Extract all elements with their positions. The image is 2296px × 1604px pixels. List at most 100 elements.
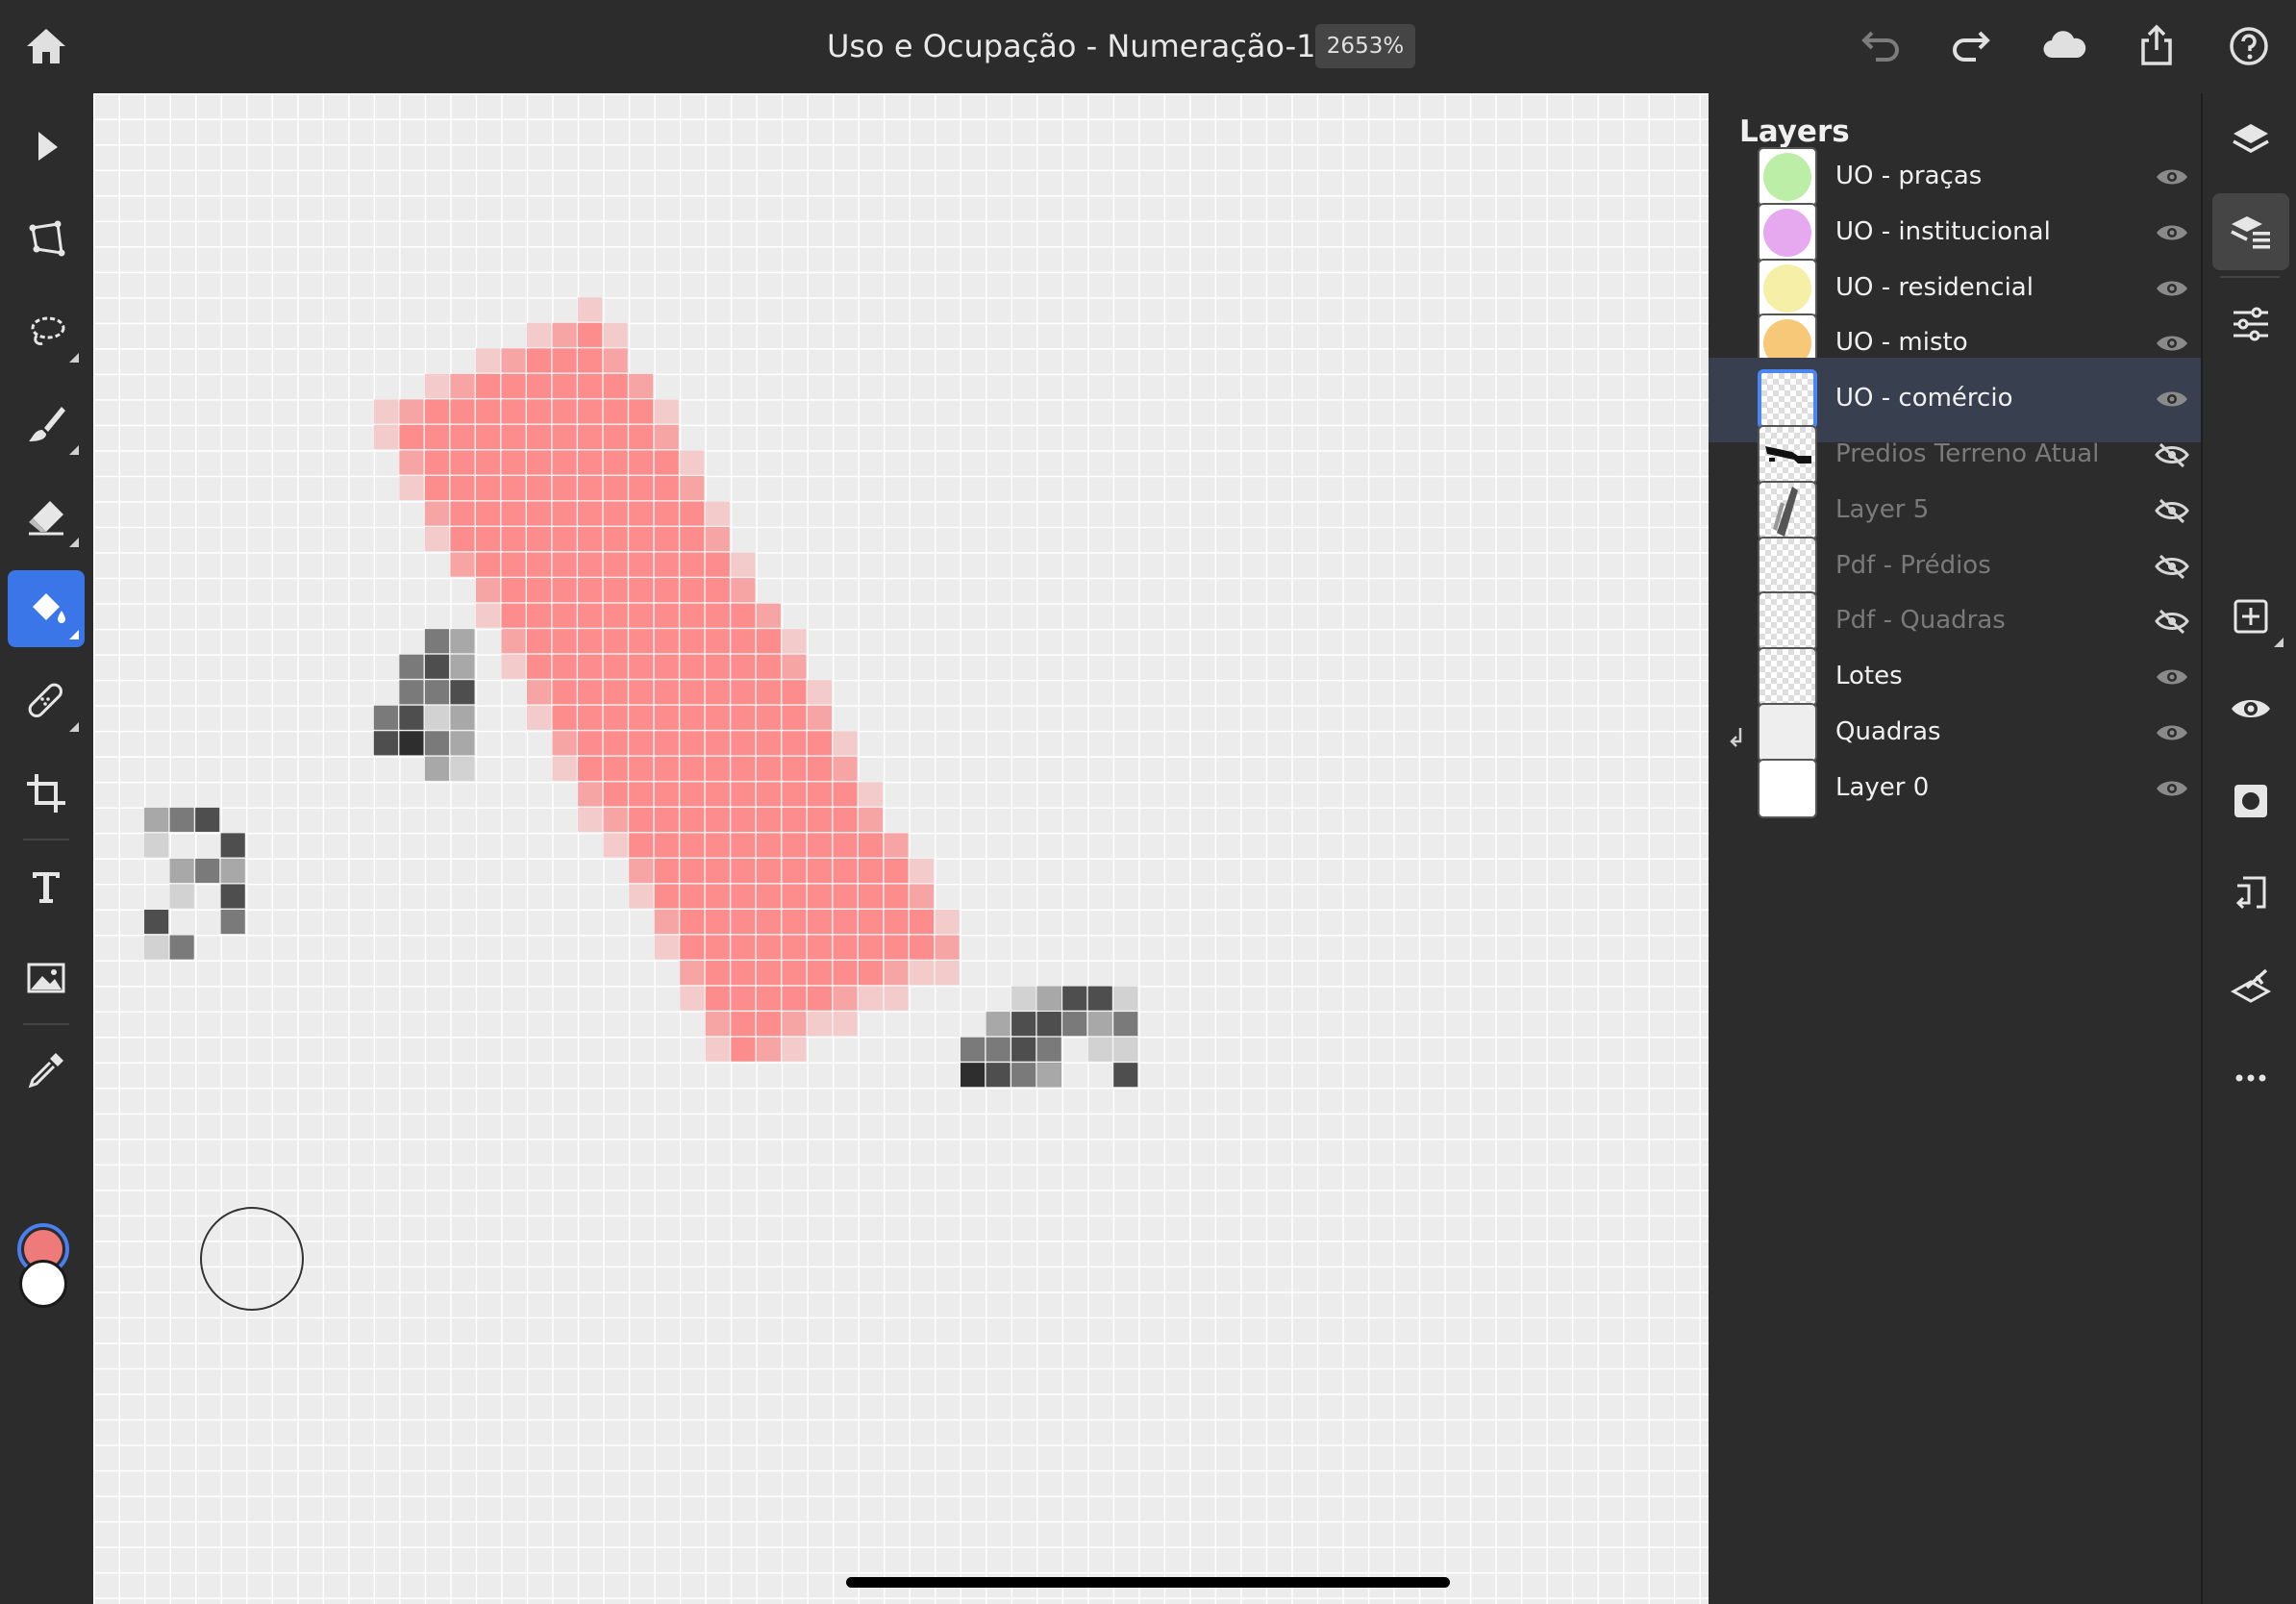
fill-pixel — [782, 858, 807, 884]
fill-pixel — [705, 833, 730, 858]
fill-pixel — [603, 756, 628, 781]
eyedropper-tool[interactable] — [8, 1032, 85, 1109]
clear-layer-button[interactable] — [2212, 947, 2289, 1024]
fill-pixel — [705, 858, 730, 884]
fill-pixel-edge — [603, 348, 628, 373]
fill-pixel — [807, 858, 832, 884]
fill-pixel — [807, 884, 832, 909]
eyedropper-icon — [28, 1053, 63, 1089]
fill-pixel-edge — [399, 475, 424, 501]
layer-thumbnail[interactable] — [1758, 758, 1817, 818]
fill-pixel — [578, 731, 603, 756]
digit-pixel — [1036, 1037, 1061, 1062]
fill-pixel — [782, 680, 807, 705]
eye-hidden-icon[interactable] — [2155, 496, 2189, 525]
fill-pixel-edge — [450, 552, 475, 577]
fill-pixel — [527, 629, 552, 654]
brush-cursor — [200, 1207, 304, 1311]
heal-icon — [28, 683, 62, 717]
redo-icon[interactable] — [1947, 21, 1997, 71]
eye-icon[interactable] — [2155, 274, 2189, 303]
eye-icon[interactable] — [2155, 329, 2189, 358]
fill-pixel — [654, 450, 679, 475]
fill-pixel — [807, 782, 832, 807]
eye-hidden-icon[interactable] — [2155, 607, 2189, 636]
digit-pixel — [986, 1063, 1011, 1088]
toolbar-divider — [23, 839, 69, 840]
submenu-indicator — [2274, 638, 2284, 647]
fill-pixel-edge — [680, 450, 705, 475]
fill-pixel — [782, 935, 807, 960]
fill-pixel — [552, 475, 577, 501]
layer-properties-button[interactable] — [2212, 193, 2289, 270]
layer-row[interactable]: Layer 0 — [1709, 747, 2201, 832]
heal-tool[interactable] — [8, 663, 85, 739]
document-title[interactable]: Uso e Ocupação - Numeração-1 — [827, 27, 1315, 65]
eye-hidden-icon[interactable] — [2155, 552, 2189, 581]
merge-down-button[interactable] — [2212, 855, 2289, 932]
fill-pixel — [654, 501, 679, 526]
mask-button[interactable] — [2212, 763, 2289, 840]
secondary-color-swatch[interactable] — [19, 1260, 67, 1308]
fill-pixel — [833, 884, 858, 909]
fill-pixel — [884, 884, 909, 909]
crop-tool[interactable] — [8, 755, 85, 832]
fill-pixel — [756, 756, 781, 781]
image-tool[interactable] — [8, 940, 85, 1016]
eye-icon[interactable] — [2155, 718, 2189, 747]
fill-pixel — [629, 475, 654, 501]
fill-pixel — [578, 450, 603, 475]
fill-pixel — [475, 475, 501, 501]
layers-button[interactable] — [2212, 101, 2289, 178]
fill-pixel — [731, 858, 756, 884]
adjustments-icon — [2234, 307, 2268, 341]
fill-pixel — [705, 884, 730, 909]
fill-pixel — [603, 654, 628, 679]
more-options-button[interactable] — [2212, 1040, 2289, 1116]
fill-pixel-edge — [450, 373, 475, 398]
share-icon[interactable] — [2132, 21, 2182, 71]
fill-pixel — [654, 858, 679, 884]
zoom-level[interactable]: 2653% — [1315, 24, 1415, 68]
fill-pixel — [654, 629, 679, 654]
fill-pixel — [731, 986, 756, 1011]
eye-icon[interactable] — [2155, 774, 2189, 803]
tool-bar — [0, 93, 93, 1604]
transform-tool[interactable] — [8, 201, 85, 278]
eraser-tool[interactable] — [8, 478, 85, 555]
fill-pixel — [654, 756, 679, 781]
eye-icon[interactable] — [2155, 218, 2189, 247]
lasso-tool[interactable] — [8, 293, 85, 370]
digit-pixel — [961, 1063, 986, 1088]
home-indicator[interactable] — [846, 1577, 1450, 1588]
eye-icon[interactable] — [2155, 163, 2189, 191]
fill-pixel — [527, 348, 552, 373]
eye-hidden-icon[interactable] — [2155, 440, 2189, 469]
canvas[interactable] — [93, 93, 1709, 1604]
select-tool[interactable] — [8, 109, 85, 186]
fill-pixel — [578, 348, 603, 373]
fill-pixel — [731, 603, 756, 628]
layer-name: Lotes — [1835, 662, 1903, 691]
help-icon[interactable] — [2224, 21, 2274, 71]
fill-pixel-edge — [552, 322, 577, 347]
text-icon — [33, 872, 60, 903]
fill-pixel — [501, 501, 526, 526]
text-tool[interactable] — [8, 847, 85, 924]
adjustments-button[interactable] — [2212, 286, 2289, 363]
undo-icon[interactable] — [1855, 21, 1905, 71]
fill-pixel — [680, 552, 705, 577]
fill-pixel — [680, 731, 705, 756]
cloud-icon[interactable] — [2039, 21, 2089, 71]
visibility-button[interactable] — [2212, 670, 2289, 747]
brush-tool[interactable] — [8, 386, 85, 463]
eye-icon[interactable] — [2155, 663, 2189, 691]
fill-pixel-edge — [373, 424, 398, 450]
add-layer-button[interactable] — [2212, 578, 2289, 655]
home-icon[interactable] — [21, 21, 71, 71]
fill-pixel — [450, 475, 475, 501]
fill-pixel-edge — [654, 935, 679, 960]
eye-icon[interactable] — [2155, 385, 2189, 414]
fill-pixel-edge — [603, 833, 628, 858]
fill-tool[interactable] — [8, 570, 85, 647]
